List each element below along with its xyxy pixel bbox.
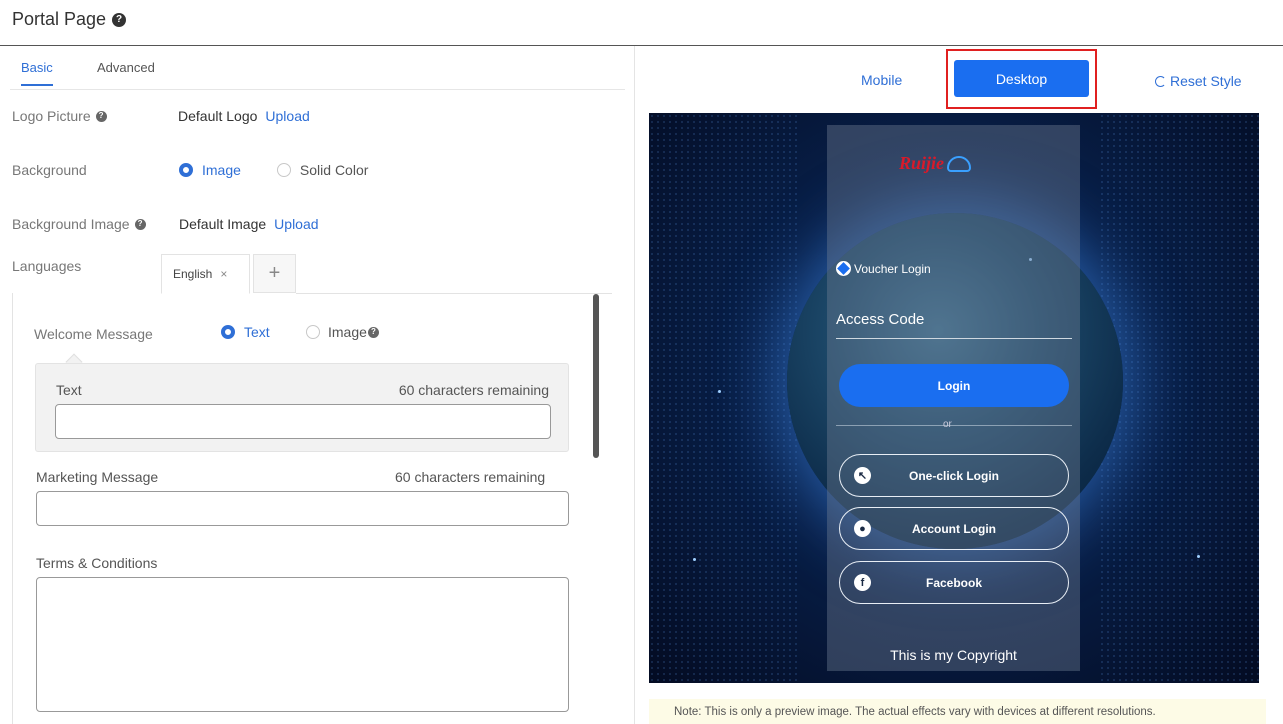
reset-style-label: Reset Style (1170, 73, 1242, 89)
one-click-login-label: One-click Login (908, 468, 999, 483)
settings-panel: Basic Advanced Logo Picture ? Default Lo… (0, 46, 634, 724)
cursor-icon: ↖ (854, 467, 871, 484)
login-card: Ruijie Voucher Login Access Code Login o… (827, 125, 1080, 671)
one-click-login-button[interactable]: ↖ One-click Login (839, 454, 1069, 497)
copyright-text: This is my Copyright (890, 647, 1017, 663)
background-row: Background Image Solid Color (12, 162, 368, 178)
languages-label: Languages (12, 258, 81, 274)
welcome-text-radio[interactable]: Text (221, 324, 270, 340)
facebook-login-button[interactable]: f Facebook (839, 561, 1069, 604)
background-solid-color-option: Solid Color (299, 162, 369, 178)
add-language-button[interactable]: + (253, 254, 296, 293)
marketing-message-label: Marketing Message (36, 469, 159, 485)
voucher-login-label: Voucher Login (854, 261, 931, 276)
background-dots (1099, 113, 1259, 683)
scrollbar[interactable] (593, 294, 599, 458)
logo-picture-label-text: Logo Picture (12, 108, 91, 124)
desktop-view-button[interactable]: Desktop (954, 60, 1089, 97)
logo-picture-row: Logo Picture ? Default Logo Upload (12, 108, 310, 124)
welcome-image-radio[interactable]: Image ? (306, 324, 379, 340)
welcome-text-box: Text 60 characters remaining (35, 363, 569, 452)
account-login-button[interactable]: ● Account Login (839, 507, 1069, 550)
languages-label-text: Languages (12, 258, 82, 274)
facebook-icon: f (854, 574, 871, 591)
radio-dot-selected (179, 163, 193, 177)
refresh-icon (1155, 75, 1166, 87)
logo-upload-link[interactable]: Upload (265, 108, 309, 124)
welcome-message-label: Welcome Message (34, 326, 153, 342)
access-code-field[interactable]: Access Code (836, 311, 924, 328)
mobile-view-button[interactable]: Mobile (861, 72, 902, 88)
marketing-message-input[interactable] (36, 491, 569, 526)
language-tab-english[interactable]: English × (161, 254, 250, 294)
radio-dot (276, 163, 291, 177)
help-icon[interactable]: ? (112, 12, 127, 27)
background-image-option: Image (202, 162, 241, 178)
access-code-underline (836, 338, 1072, 339)
account-login-label: Account Login (912, 521, 996, 536)
welcome-text-remaining: 60 characters remaining (398, 382, 549, 398)
radio-dot-selected (221, 325, 235, 339)
marketing-message-remaining: 60 characters remaining (395, 469, 546, 485)
tab-advanced[interactable]: Advanced (97, 60, 155, 84)
reset-style-button[interactable]: Reset Style (1155, 73, 1242, 89)
radio-dot (306, 325, 320, 339)
background-label: Background (12, 162, 87, 178)
background-image-value: Default Image (179, 216, 267, 232)
login-button[interactable]: Login (839, 364, 1069, 407)
voucher-icon (836, 261, 851, 276)
welcome-text-input[interactable] (55, 404, 551, 439)
language-tabs-divider (296, 293, 612, 294)
background-image-label-text: Background Image (12, 216, 130, 232)
welcome-text-option: Text (244, 324, 270, 340)
brand-logo-text: Ruijie (899, 153, 945, 173)
welcome-text-label: Text (56, 382, 82, 398)
background-image-label: Background Image ? (12, 216, 179, 232)
background-image-row: Background Image ? Default Image Upload (12, 216, 319, 232)
preview-note: Note: This is only a preview image. The … (649, 699, 1266, 724)
language-tab-label: English (173, 267, 213, 281)
page-title-text: Portal Page (12, 9, 107, 29)
background-image-upload-link[interactable]: Upload (274, 216, 318, 232)
background-image-radio[interactable]: Image (179, 162, 241, 178)
terms-textarea[interactable] (36, 577, 569, 712)
background-solid-color-radio[interactable]: Solid Color (276, 162, 369, 178)
star (693, 558, 696, 561)
facebook-login-label: Facebook (925, 575, 982, 590)
cloud-icon (947, 155, 972, 172)
help-icon[interactable]: ? (134, 218, 146, 230)
user-icon: ● (854, 520, 871, 537)
portal-preview: Ruijie Voucher Login Access Code Login o… (649, 113, 1259, 683)
help-icon[interactable]: ? (95, 110, 107, 122)
voucher-login-header: Voucher Login (836, 261, 931, 276)
logo-picture-label: Logo Picture ? (12, 108, 178, 124)
tab-basic[interactable]: Basic (21, 60, 53, 86)
welcome-image-option: Image (328, 324, 367, 340)
panel-divider (634, 46, 635, 724)
help-icon[interactable]: ? (367, 326, 379, 338)
background-dots (649, 113, 799, 683)
page-title: Portal Page ? (12, 9, 127, 30)
settings-tabs: Basic Advanced (10, 60, 625, 90)
star (718, 390, 721, 393)
star (1197, 555, 1200, 558)
terms-label: Terms & Conditions (36, 555, 158, 571)
brand-logo: Ruijie (899, 153, 972, 174)
close-icon[interactable]: × (220, 267, 227, 281)
or-label: or (943, 419, 952, 430)
logo-picture-value: Default Logo (178, 108, 258, 124)
